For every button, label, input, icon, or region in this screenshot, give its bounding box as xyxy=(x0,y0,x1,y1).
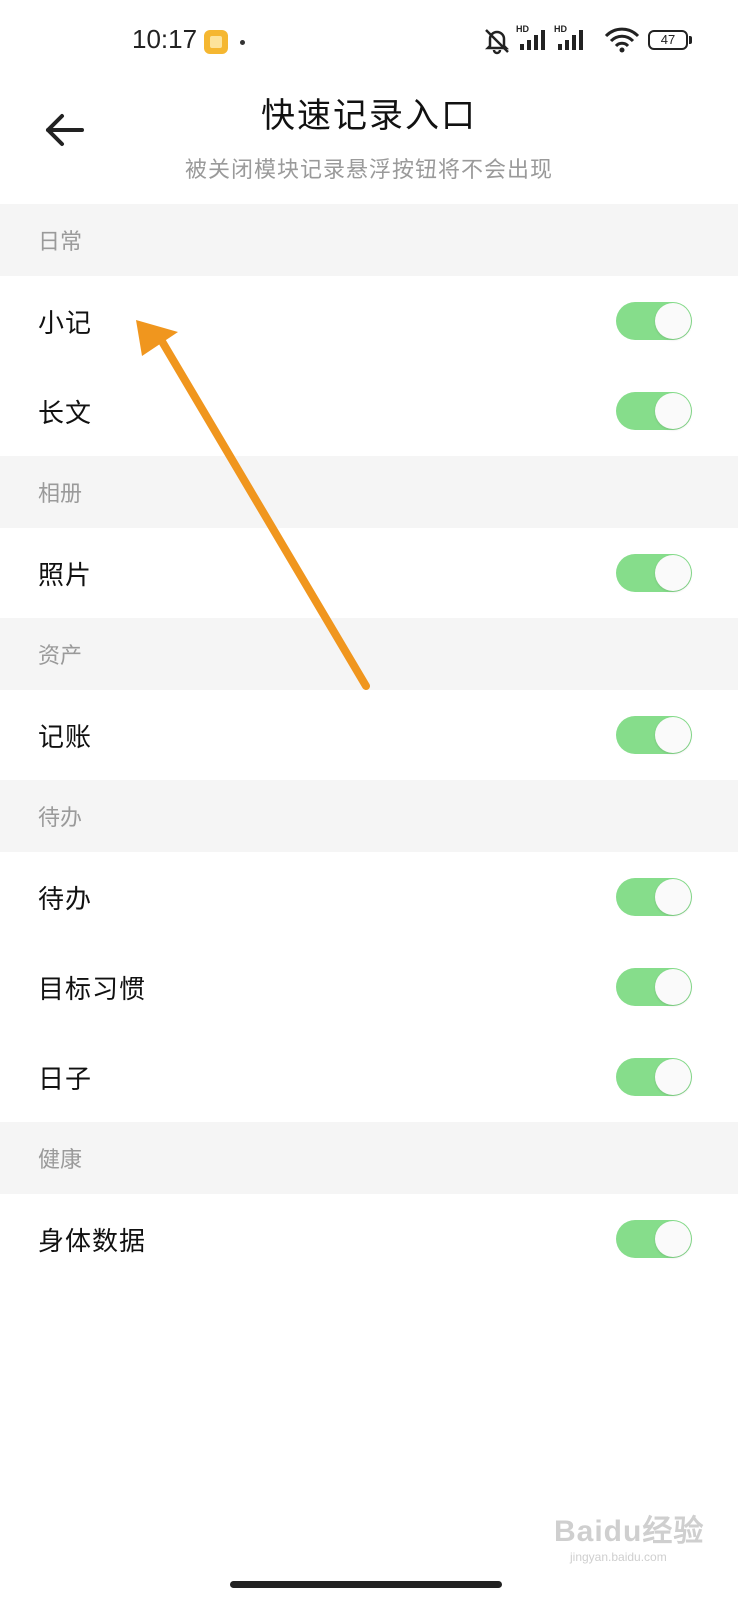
settings-list: 日常 小记 长文 相册 照片 资产 记账 待办 待办 目标习惯 日子 健康 身体… xyxy=(0,204,738,1284)
section-header-todo: 待办 xyxy=(0,780,738,852)
toggle-switch[interactable] xyxy=(616,392,692,430)
list-item-goals-habits[interactable]: 目标习惯 xyxy=(0,942,738,1032)
more-notifications-dot xyxy=(240,40,245,45)
page-subtitle: 被关闭模块记录悬浮按钮将不会出现 xyxy=(184,158,553,183)
toggle-switch[interactable] xyxy=(616,1220,692,1258)
toggle-switch[interactable] xyxy=(616,1058,692,1096)
row-label: 照片 xyxy=(38,560,93,591)
toggle-knob xyxy=(655,555,691,591)
list-item-days[interactable]: 日子 xyxy=(0,1032,738,1122)
toggle-knob xyxy=(655,1059,691,1095)
toggle-switch[interactable] xyxy=(616,302,692,340)
home-indicator[interactable] xyxy=(230,1581,502,1588)
wifi-icon xyxy=(604,27,640,53)
status-icons: HD HD 47 xyxy=(482,24,712,56)
list-item-photo[interactable]: 照片 xyxy=(0,528,738,618)
watermark-main: Baidu经验 xyxy=(554,1515,705,1548)
section-title: 资产 xyxy=(38,644,83,669)
battery-cap xyxy=(689,36,692,44)
toggle-knob xyxy=(655,717,691,753)
row-label: 待办 xyxy=(38,884,93,915)
row-label: 日子 xyxy=(38,1064,93,1095)
list-item-article[interactable]: 长文 xyxy=(0,366,738,456)
list-item-bookkeeping[interactable]: 记账 xyxy=(0,690,738,780)
row-label: 身体数据 xyxy=(38,1226,147,1257)
list-item-body-data[interactable]: 身体数据 xyxy=(0,1194,738,1284)
page-title: 快速记录入口 xyxy=(261,96,477,136)
list-item-todo[interactable]: 待办 xyxy=(0,852,738,942)
section-header-album: 相册 xyxy=(0,456,738,528)
watermark-sub: jingyan.baidu.com xyxy=(570,1550,667,1564)
toggle-knob xyxy=(655,879,691,915)
section-title: 日常 xyxy=(38,230,83,255)
status-bar: 10:17 HD HD 47 xyxy=(0,0,738,84)
mute-icon xyxy=(484,29,510,55)
status-time: 10:17 xyxy=(132,24,198,54)
toggle-knob xyxy=(655,969,691,1005)
baidu-watermark: Baidu经验 jingyan.baidu.com xyxy=(554,1498,714,1578)
toggle-knob xyxy=(655,393,691,429)
section-title: 相册 xyxy=(38,482,83,507)
toggle-switch[interactable] xyxy=(616,716,692,754)
battery-indicator: 47 xyxy=(648,30,688,50)
toggle-knob xyxy=(655,303,691,339)
toggle-switch[interactable] xyxy=(616,554,692,592)
signal-icon-2 xyxy=(558,30,583,50)
toggle-switch[interactable] xyxy=(616,878,692,916)
section-header-health: 健康 xyxy=(0,1122,738,1194)
row-label: 长文 xyxy=(38,398,93,429)
section-title: 健康 xyxy=(38,1148,83,1173)
section-header-assets: 资产 xyxy=(0,618,738,690)
row-label: 记账 xyxy=(38,722,93,753)
section-title: 待办 xyxy=(38,806,83,831)
row-label: 目标习惯 xyxy=(38,974,147,1005)
notification-app-icon xyxy=(204,30,228,54)
signal-icon-1 xyxy=(520,30,545,50)
list-item-note[interactable]: 小记 xyxy=(0,276,738,366)
toggle-knob xyxy=(655,1221,691,1257)
toggle-switch[interactable] xyxy=(616,968,692,1006)
section-header-daily: 日常 xyxy=(0,204,738,276)
row-label: 小记 xyxy=(38,308,93,339)
